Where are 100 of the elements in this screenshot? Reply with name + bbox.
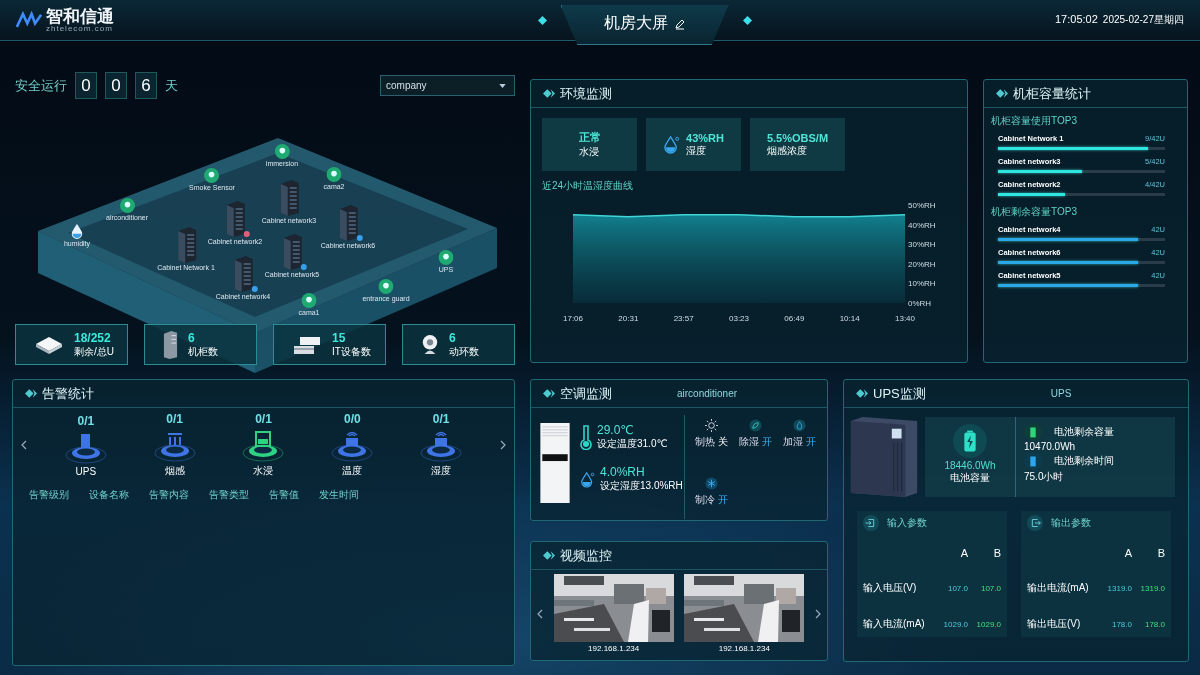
stat-value: 6: [449, 330, 457, 345]
alarm-count: 0/1: [166, 412, 183, 426]
y-tick-label: 10%RH: [908, 279, 936, 289]
alarm-count: 0/1: [77, 413, 95, 428]
group-title: 机柜剩余容量TOP3: [991, 205, 1078, 219]
x-tick-label: 23:57: [673, 314, 694, 323]
panel-title: 告警统计: [42, 384, 94, 403]
pencil-icon: [673, 17, 686, 30]
stat-label: IT设备数: [332, 344, 371, 359]
column-header: A: [1123, 547, 1132, 559]
alarm-category: UPS: [75, 465, 97, 477]
stat-value: 15: [332, 330, 347, 345]
remaining-value: 10470.0Wh: [1024, 441, 1077, 452]
column-header: 告警级别: [29, 488, 69, 502]
logout-icon: [1027, 515, 1043, 531]
safe-run-label: 安全运行: [15, 76, 67, 95]
table-cell-text: 107.0: [979, 583, 1001, 593]
x-tick-label: 17:06: [563, 314, 583, 323]
stat-value: 18/252: [74, 330, 112, 345]
column-header: 告警类型: [209, 488, 249, 502]
diamond-icon: [856, 389, 868, 398]
y-tick-label: 30%RH: [908, 240, 936, 250]
metric-label: 烟感浓度: [766, 143, 807, 158]
x-tick-label: 10:14: [839, 314, 860, 323]
table-cell-text: 107.0: [946, 583, 968, 593]
temperature-value: 29.0℃: [597, 423, 635, 437]
tray-icon: [34, 334, 64, 355]
logo-text: 智和信通: [46, 7, 114, 25]
login-icon: [863, 515, 879, 531]
metric-value: 正常: [578, 130, 601, 145]
sensor-icon: [438, 249, 454, 265]
column-header: B: [1156, 547, 1165, 559]
column-header: 告警内容: [149, 488, 189, 502]
chevron-right-icon[interactable]: [499, 440, 506, 450]
stat-label: 机柜数: [188, 344, 218, 359]
device-name: airconditioner: [677, 388, 738, 399]
x-tick-label: 20:31: [618, 314, 639, 323]
server-rack-icon: [163, 329, 178, 360]
mode-state: 开: [761, 435, 772, 449]
page-title: 机房大屏: [603, 13, 668, 33]
table-cell-text: 1319.0: [1139, 583, 1165, 593]
alarm-count: 0/0: [343, 412, 361, 426]
alarm-category: 水浸: [253, 464, 274, 478]
table-cell-text: 178.0: [1110, 619, 1132, 629]
diamond-icon: [543, 89, 555, 98]
y-tick-label: 0%RH: [908, 299, 932, 308]
humidity-setpoint: 设定湿度13.0%RH: [600, 479, 683, 493]
clock-date: 2025-02-27星期四: [1102, 13, 1184, 27]
metric-value: 43%RH: [686, 131, 724, 144]
battery-icon: [953, 424, 987, 458]
camera-ip: 192.168.1.234: [718, 644, 770, 653]
column-header: 设备名称: [89, 488, 129, 502]
sensor-icon: [326, 166, 342, 182]
x-tick-label: 06:49: [784, 314, 805, 323]
metric-value: 5.5%OBS/M: [766, 131, 829, 144]
temperature-setpoint: 设定温度31.0℃: [597, 437, 668, 451]
diamond-icon: [25, 389, 37, 398]
capacity-label: 电池容量: [950, 471, 990, 485]
sensor-icon: [274, 143, 290, 159]
webcam-icon: [421, 333, 439, 356]
day-digit: 0: [105, 72, 127, 100]
column-header: 发生时间: [319, 488, 359, 502]
mode-label: 除湿: [738, 435, 759, 449]
alarm-category: 温度: [342, 464, 363, 478]
mode-state: 开: [805, 435, 816, 449]
table-cell-text: 1029.0: [975, 619, 1001, 629]
chevron-left-icon[interactable]: [21, 440, 27, 450]
alarm-category: 烟感: [164, 464, 185, 478]
table-title: 输出参数: [1051, 516, 1091, 530]
row-label: 输入电流(mA): [863, 617, 926, 631]
table-cell-text: 178.0: [1143, 619, 1165, 629]
remaining-value: 75.0小时: [1024, 470, 1065, 484]
alarm-count: 0/1: [432, 412, 450, 426]
site-dropdown[interactable]: company: [380, 75, 515, 97]
diamond-icon: [543, 551, 555, 560]
diamond-icon: [537, 15, 547, 25]
x-tick-label: 03:23: [729, 314, 749, 323]
mode-label: 加湿: [782, 435, 803, 449]
stat-value: 6: [188, 330, 196, 345]
droplet-icon: [70, 222, 84, 239]
y-tick-label: 40%RH: [908, 220, 936, 230]
metric-label: 湿度: [686, 143, 707, 158]
snowflake-icon: [704, 477, 718, 490]
day-unit: 天: [165, 76, 178, 95]
chart-title: 近24小时温湿度曲线: [542, 179, 635, 193]
chevron-right-icon[interactable]: [814, 608, 821, 619]
table-cell-text: 1319.0: [1106, 583, 1132, 593]
chevron-left-icon[interactable]: [537, 608, 543, 619]
column-header: A: [959, 547, 968, 559]
day-digit: 6: [135, 72, 157, 100]
humidity-value: 4.0%RH: [600, 465, 646, 479]
sensor-icon: [378, 278, 394, 294]
panel-title: 环境监测: [560, 84, 612, 103]
logo-icon: [16, 11, 42, 29]
battery-icon: [1024, 423, 1042, 441]
droplet-icon: [792, 419, 806, 432]
metric-label: 水浸: [578, 145, 599, 159]
droplet-icon: [663, 135, 681, 154]
logo-subtitle: zhtelecom.com: [46, 24, 113, 33]
table-cell-text: 1029.0: [942, 619, 968, 629]
